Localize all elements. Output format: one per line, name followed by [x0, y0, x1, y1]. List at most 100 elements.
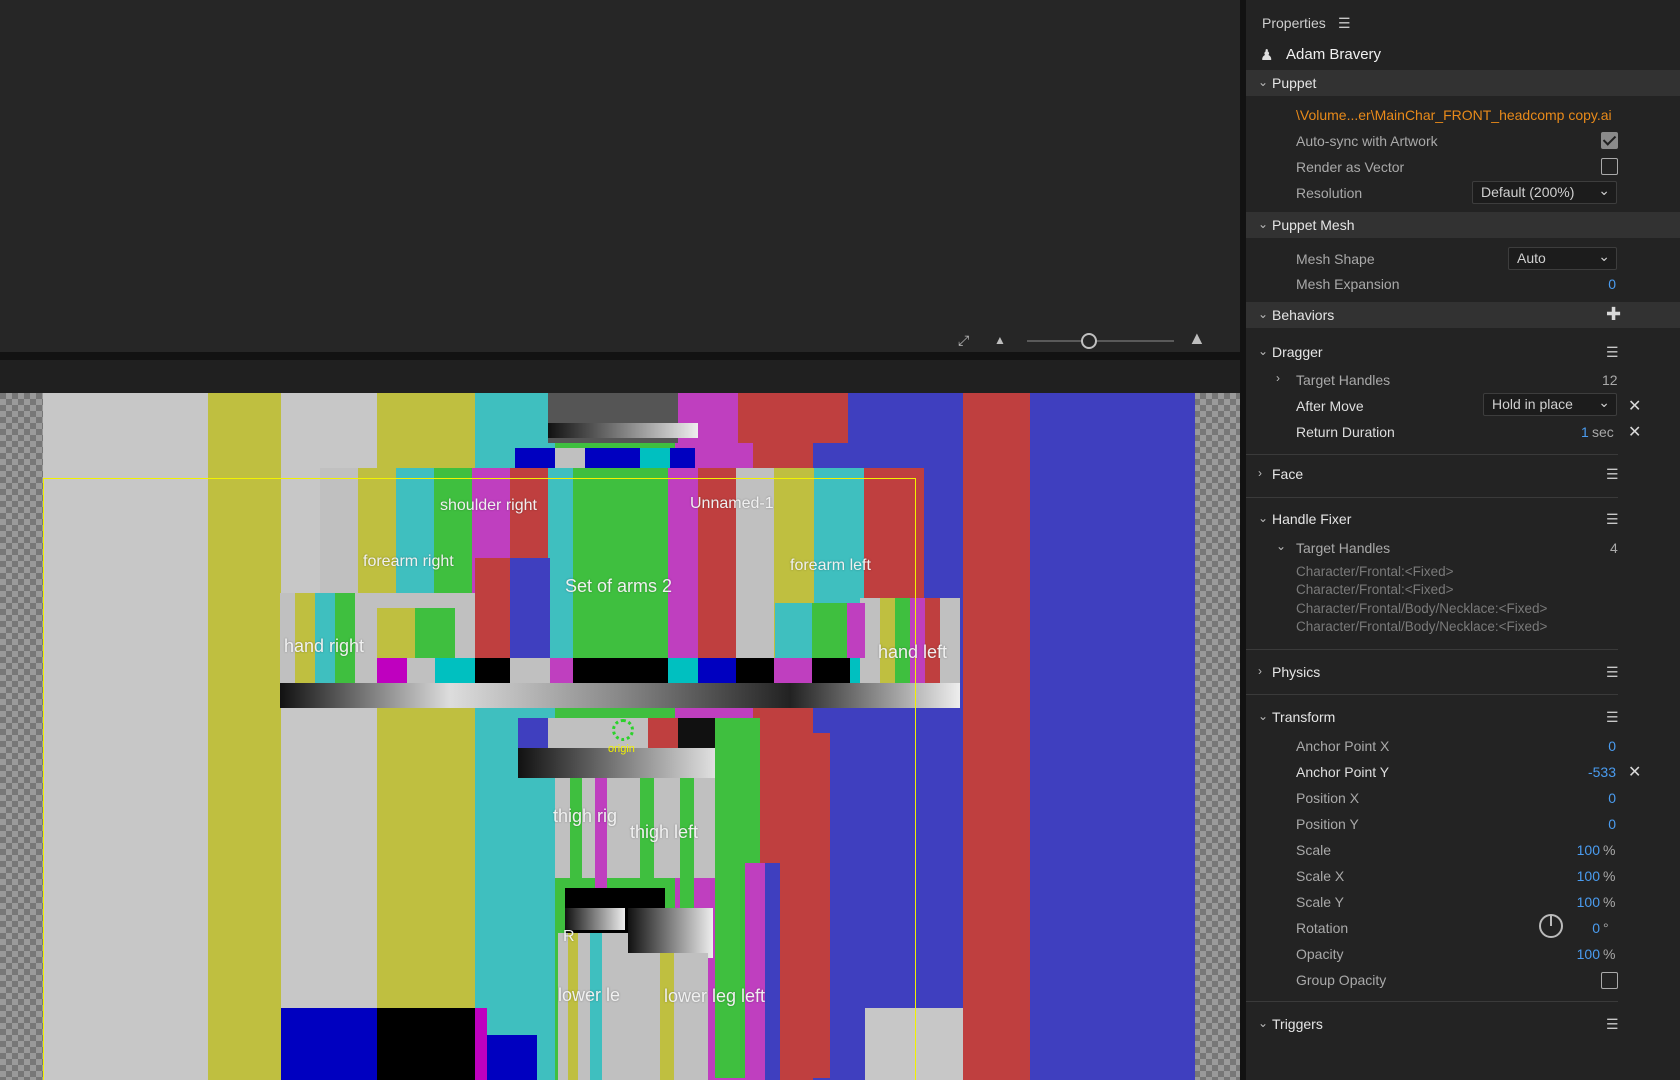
triggers-header[interactable]: Triggers	[1272, 1016, 1323, 1032]
return-duration-unit: sec	[1592, 424, 1614, 440]
chevron-down-icon: ⌄	[1598, 394, 1610, 410]
return-duration-value[interactable]: 1	[1581, 424, 1589, 440]
chevron-down-icon[interactable]: ⌄	[1258, 75, 1268, 89]
stage-canvas[interactable]: shoulder right Unnamed-1 forearm right S…	[0, 393, 1240, 1080]
rotation-value[interactable]: 0	[1592, 920, 1600, 936]
auto-sync-checkbox[interactable]	[1601, 132, 1618, 149]
dragger-target-label: Target Handles	[1296, 372, 1391, 388]
fixed-handle-item: Character/Frontal:<Fixed>	[1296, 582, 1454, 597]
label-lower-leg-left[interactable]: lower leg left	[664, 986, 765, 1007]
label-thigh-right[interactable]: thigh rig	[553, 806, 617, 827]
zoom-in-mountain-icon[interactable]: ▲	[1188, 329, 1206, 347]
chevron-down-icon[interactable]: ⌄	[1258, 511, 1268, 525]
viewer-upper-area	[0, 0, 1240, 352]
reset-anchor-y-icon[interactable]: ✕	[1628, 762, 1641, 782]
label-thigh-left[interactable]: thigh left	[630, 822, 698, 843]
label-lower-leg-right[interactable]: lower le	[558, 985, 620, 1006]
divider	[1246, 694, 1618, 695]
panel-menu-icon[interactable]: ☰	[1338, 15, 1351, 32]
anchor-y-label: Anchor Point Y	[1296, 764, 1390, 780]
add-behavior-icon[interactable]: ✚	[1606, 304, 1621, 325]
label-hand-right[interactable]: hand right	[284, 636, 364, 657]
label-unnamed[interactable]: Unnamed-1	[690, 495, 774, 513]
properties-panel: Properties ☰ ♟ Adam Bravery ⌄ Puppet \Vo…	[1246, 0, 1680, 1080]
handle-fixer-header[interactable]: Handle Fixer	[1272, 511, 1351, 527]
anchor-x-value[interactable]: 0	[1608, 738, 1616, 754]
rotation-label: Rotation	[1296, 920, 1349, 936]
chevron-down-icon[interactable]: ⌄	[1258, 307, 1268, 321]
face-header[interactable]: Face	[1272, 466, 1303, 482]
chevron-down-icon[interactable]: ⌄	[1258, 1016, 1268, 1030]
label-forearm-left[interactable]: forearm left	[790, 557, 871, 575]
chevron-down-icon[interactable]: ⌄	[1258, 217, 1268, 231]
resolution-dropdown[interactable]: Default (200%) ⌄	[1472, 181, 1617, 204]
transform-menu-icon[interactable]: ☰	[1606, 709, 1619, 726]
fixer-target-label: Target Handles	[1296, 540, 1391, 556]
section-behaviors[interactable]: ⌄ Behaviors ✚	[1246, 302, 1680, 328]
handle-fixer-menu-icon[interactable]: ☰	[1606, 511, 1619, 528]
reset-return-duration-icon[interactable]: ✕	[1628, 422, 1641, 442]
section-puppet[interactable]: ⌄ Puppet	[1246, 70, 1680, 96]
scale-y-label: Scale Y	[1296, 894, 1344, 910]
face-menu-icon[interactable]: ☰	[1606, 466, 1619, 483]
scale-x-unit: %	[1603, 868, 1616, 884]
panel-title: Properties	[1262, 15, 1326, 31]
opacity-value[interactable]: 100	[1577, 946, 1600, 962]
physics-menu-icon[interactable]: ☰	[1606, 664, 1619, 681]
origin-handle-icon[interactable]	[612, 719, 634, 741]
position-y-value[interactable]: 0	[1608, 816, 1616, 832]
mesh-expansion-value[interactable]: 0	[1608, 276, 1616, 292]
anchor-x-label: Anchor Point X	[1296, 738, 1390, 754]
chevron-down-icon: ⌄	[1598, 248, 1610, 264]
chevron-down-icon[interactable]: ⌄	[1258, 344, 1268, 358]
position-y-label: Position Y	[1296, 816, 1359, 832]
mesh-shape-value: Auto	[1517, 250, 1546, 266]
mesh-shape-dropdown[interactable]: Auto ⌄	[1508, 247, 1617, 270]
opacity-unit: %	[1603, 946, 1616, 962]
fixed-handle-item: Character/Frontal/Body/Necklace:<Fixed>	[1296, 601, 1548, 616]
divider	[1246, 649, 1618, 650]
render-vector-checkbox[interactable]	[1601, 158, 1618, 175]
chevron-right-icon[interactable]: ›	[1258, 466, 1262, 480]
dragger-header[interactable]: Dragger	[1272, 344, 1323, 360]
label-forearm-right[interactable]: forearm right	[363, 553, 454, 571]
position-x-value[interactable]: 0	[1608, 790, 1616, 806]
section-mesh-label: Puppet Mesh	[1272, 217, 1355, 233]
fixer-target-count: 4	[1610, 540, 1618, 556]
fit-view-icon[interactable]: ⤢	[958, 332, 969, 348]
after-move-dropdown[interactable]: Hold in place ⌄	[1483, 393, 1617, 416]
zoom-slider[interactable]	[1027, 340, 1174, 342]
divider	[1246, 1001, 1618, 1002]
reset-after-move-icon[interactable]: ✕	[1628, 396, 1641, 416]
scale-y-value[interactable]: 100	[1577, 894, 1600, 910]
artwork-file-path[interactable]: \Volume...er\MainChar_FRONT_headcomp cop…	[1296, 107, 1612, 123]
zoom-slider-knob[interactable]	[1081, 333, 1097, 349]
puppet-name: Adam Bravery	[1286, 46, 1382, 63]
label-shoulder-right[interactable]: shoulder right	[440, 497, 537, 515]
dragger-menu-icon[interactable]: ☰	[1606, 344, 1619, 361]
zoom-out-mountain-icon[interactable]: ▲	[994, 332, 1006, 348]
group-opacity-label: Group Opacity	[1296, 972, 1387, 988]
label-hand-left[interactable]: hand left	[878, 642, 947, 663]
chevron-down-icon[interactable]: ⌄	[1276, 539, 1286, 553]
scale-x-value[interactable]: 100	[1577, 868, 1600, 884]
group-opacity-checkbox[interactable]	[1601, 972, 1618, 989]
scale-value[interactable]: 100	[1577, 842, 1600, 858]
fixed-handle-item: Character/Frontal/Body/Necklace:<Fixed>	[1296, 619, 1548, 634]
transform-header[interactable]: Transform	[1272, 709, 1335, 725]
triggers-menu-icon[interactable]: ☰	[1606, 1016, 1619, 1033]
physics-header[interactable]: Physics	[1272, 664, 1320, 680]
anchor-y-value[interactable]: -533	[1588, 764, 1616, 780]
label-origin: origin	[608, 743, 635, 755]
chevron-down-icon[interactable]: ⌄	[1258, 709, 1268, 723]
puppet-bounds	[43, 478, 916, 1080]
chevron-right-icon[interactable]: ›	[1258, 664, 1262, 678]
label-set-of-arms[interactable]: Set of arms 2	[565, 576, 672, 597]
scale-label: Scale	[1296, 842, 1332, 858]
section-puppet-mesh[interactable]: ⌄ Puppet Mesh	[1246, 212, 1680, 238]
stage-header-bar	[0, 360, 1240, 393]
panel-divider	[0, 352, 1240, 360]
dragger-target-count: 12	[1602, 372, 1618, 388]
chevron-right-icon[interactable]: ›	[1276, 371, 1280, 385]
scene-panel: ⤢ ▲ ▲ shoulder right Unnamed-1 forearm r…	[0, 0, 1240, 1080]
